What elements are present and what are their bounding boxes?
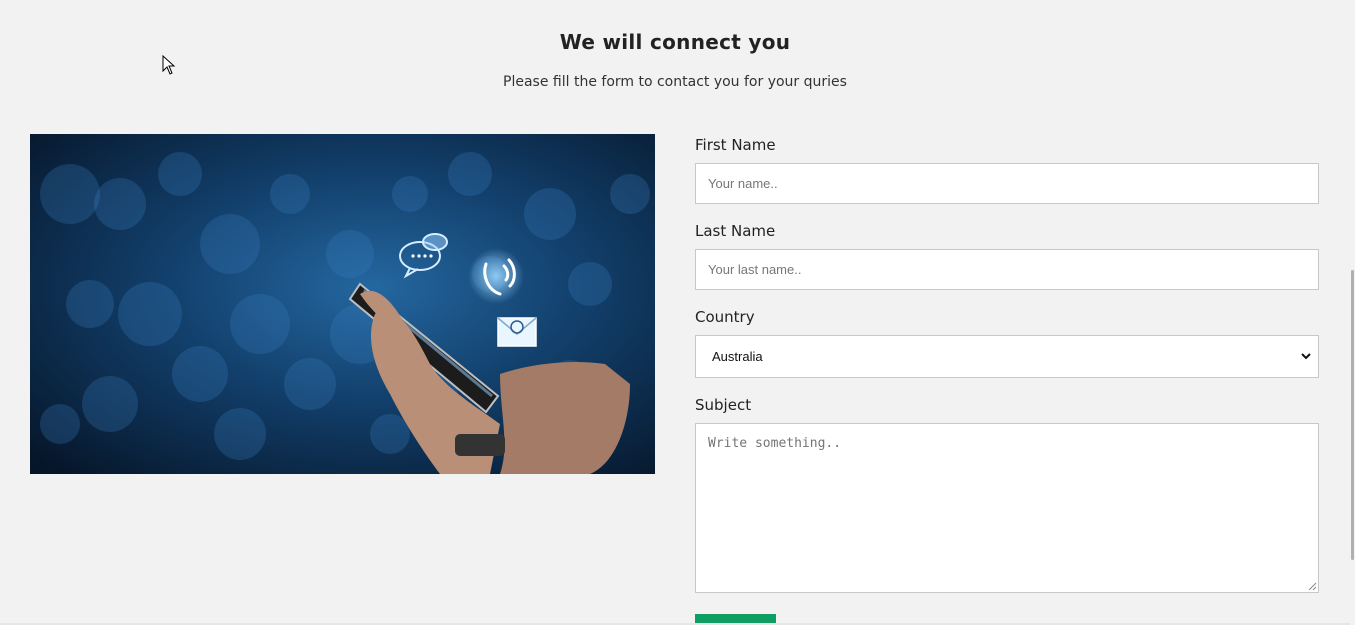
country-select[interactable]: Australia	[695, 335, 1319, 378]
contact-page: We will connect you Please fill the form…	[0, 0, 1355, 625]
last-name-input[interactable]	[695, 249, 1319, 290]
page-title: We will connect you	[559, 30, 791, 54]
contact-illustration-image	[30, 134, 655, 474]
scrollbar-thumb[interactable]	[1351, 270, 1354, 560]
last-name-label: Last Name	[695, 222, 776, 240]
country-selected-value: Australia	[712, 349, 763, 364]
subject-textarea[interactable]	[695, 423, 1319, 593]
mouse-cursor-icon	[162, 55, 176, 75]
resize-grip-icon[interactable]	[1307, 581, 1317, 591]
chevron-down-icon	[1301, 353, 1311, 360]
country-label: Country	[695, 308, 755, 326]
first-name-label: First Name	[695, 136, 776, 154]
first-name-input[interactable]	[695, 163, 1319, 204]
subject-wrapper	[695, 423, 1319, 593]
page-subtitle: Please fill the form to contact you for …	[503, 74, 847, 90]
page-scrollbar[interactable]	[1349, 0, 1355, 625]
email-icon	[497, 317, 537, 347]
subject-label: Subject	[695, 396, 752, 414]
